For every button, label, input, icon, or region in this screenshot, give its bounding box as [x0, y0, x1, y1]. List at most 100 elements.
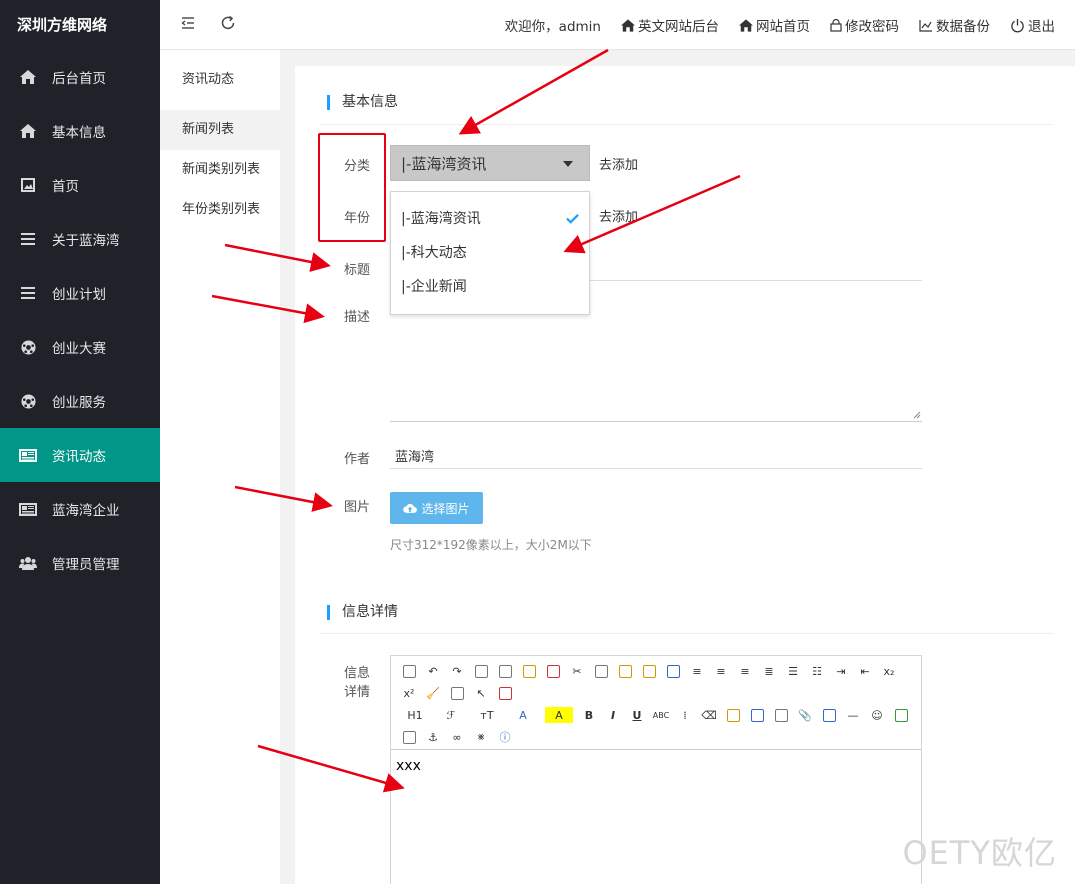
superscript-icon[interactable]: x² [401, 685, 417, 701]
caret-down-icon [563, 161, 573, 167]
menu-collapse-icon[interactable] [180, 15, 200, 35]
line-height-icon[interactable]: ⁞ [677, 707, 693, 723]
sidebar-item-news[interactable]: 资讯动态 [0, 428, 160, 482]
choose-image-button[interactable]: 选择图片 [390, 492, 483, 524]
align-center-icon[interactable]: ≡ [713, 663, 729, 679]
insert-image-icon[interactable] [725, 707, 741, 723]
select-all-icon[interactable] [449, 685, 465, 701]
eraser-icon[interactable]: ⌫ [701, 707, 717, 723]
anchor-icon[interactable]: ⚓ [425, 729, 441, 745]
sidebar-item-enterprise[interactable]: 蓝海湾企业 [0, 482, 160, 536]
indent-icon[interactable]: ⇥ [833, 663, 849, 679]
refresh-icon[interactable] [220, 15, 240, 35]
sidebar-item-about[interactable]: 关于蓝海湾 [0, 212, 160, 266]
sidebar-item-label: 管理员管理 [52, 557, 120, 573]
paste-icon[interactable] [617, 663, 633, 679]
template-icon[interactable] [521, 663, 537, 679]
newspaper-icon [18, 447, 38, 463]
ordered-list-icon[interactable]: ☰ [785, 663, 801, 679]
sidebar-item-admin[interactable]: 管理员管理 [0, 536, 160, 590]
section-title-basic: 基本信息 [327, 95, 398, 110]
font-color-dropdown[interactable]: A [509, 707, 537, 723]
sidebar-item-homepage[interactable]: 首页 [0, 158, 160, 212]
font-size-dropdown[interactable]: тT [473, 707, 501, 723]
sidebar-item-plan[interactable]: 创业计划 [0, 266, 160, 320]
outdent-icon[interactable]: ⇤ [857, 663, 873, 679]
subnav-item-news-list[interactable]: 新闻列表 [160, 110, 280, 150]
sidebar-item-contest[interactable]: 创业大赛 [0, 320, 160, 374]
logout-link[interactable]: 退出 [1010, 15, 1055, 35]
image-label: 图片 [343, 500, 370, 515]
sidebar-item-basic-info[interactable]: 基本信息 [0, 104, 160, 158]
subnav-title[interactable]: 资讯动态 [160, 50, 280, 110]
author-input[interactable] [390, 468, 922, 469]
editor-toolbar: ↶ ↷ ✂ ≡ ≡ ≡ ≣ ☰ ☷ ⇥ ⇤ x₂ x² 🧹 ↖ H1 ℱ тT … [391, 656, 921, 750]
backup-link[interactable]: 数据备份 [919, 15, 990, 35]
page-break-icon[interactable] [401, 729, 417, 745]
title-label: 标题 [343, 263, 370, 278]
copy-icon[interactable] [593, 663, 609, 679]
list-icon [18, 231, 38, 247]
help-icon[interactable]: ⓘ [497, 729, 513, 745]
paste-word-icon[interactable] [665, 663, 681, 679]
attachment-icon[interactable]: 📎 [797, 707, 813, 723]
cursor-icon[interactable]: ↖ [473, 685, 489, 701]
highlight-dropdown[interactable]: A [545, 707, 573, 723]
detail-label: 信息 详情 [320, 664, 370, 702]
dropdown-option[interactable]: |-科大动态 [391, 236, 589, 270]
print-icon[interactable] [497, 663, 513, 679]
source-icon[interactable] [401, 663, 417, 679]
dropdown-option[interactable]: |-企业新闻 [391, 270, 589, 304]
emoji-icon[interactable]: ☺ [869, 707, 885, 723]
cut-icon[interactable]: ✂ [569, 663, 585, 679]
clear-format-icon[interactable]: 🧹 [425, 685, 441, 701]
en-admin-link[interactable]: 英文网站后台 [621, 15, 719, 35]
bold-icon[interactable]: B [581, 707, 597, 723]
change-password-label: 修改密码 [845, 19, 899, 35]
author-input-value[interactable]: 蓝海湾 [395, 446, 434, 465]
undo-icon[interactable]: ↶ [425, 663, 441, 679]
sidebar-item-label: 后台首页 [52, 71, 106, 87]
subnav-item-year-category[interactable]: 年份类别列表 [160, 190, 280, 230]
sidebar-item-service[interactable]: 创业服务 [0, 374, 160, 428]
fullscreen-icon[interactable] [497, 685, 513, 701]
subscript-icon[interactable]: x₂ [881, 663, 897, 679]
editor-content[interactable]: xxx [391, 750, 921, 782]
home-icon [739, 18, 753, 32]
image-gallery-icon[interactable] [893, 707, 909, 723]
underline-icon[interactable]: U [629, 707, 645, 723]
redo-icon[interactable]: ↷ [449, 663, 465, 679]
year-add-link[interactable]: 去添加 [599, 206, 638, 225]
preview-icon[interactable] [473, 663, 489, 679]
align-left-icon[interactable]: ≡ [689, 663, 705, 679]
category-add-link[interactable]: 去添加 [599, 154, 638, 173]
change-password-link[interactable]: 修改密码 [830, 15, 899, 35]
sidebar-item-label: 关于蓝海湾 [52, 233, 120, 249]
top-bar: 欢迎你，admin 英文网站后台 网站首页 修改密码 数据备份 退出 [160, 0, 1075, 50]
code-icon[interactable] [545, 663, 561, 679]
font-family-dropdown[interactable]: ℱ [437, 707, 465, 723]
unlink-icon[interactable]: ⨳ [473, 729, 489, 745]
site-home-link[interactable]: 网站首页 [739, 15, 810, 35]
align-right-icon[interactable]: ≡ [737, 663, 753, 679]
description-textarea[interactable] [390, 298, 922, 422]
sidebar-item-label: 创业服务 [52, 395, 106, 411]
insert-media-icon[interactable] [773, 707, 789, 723]
dropdown-option[interactable]: |-蓝海湾资讯 [391, 202, 589, 236]
paste-text-icon[interactable] [641, 663, 657, 679]
sidebar-item-dashboard[interactable]: 后台首页 [0, 50, 160, 104]
heading-dropdown[interactable]: H1 [401, 707, 429, 723]
unordered-list-icon[interactable]: ☷ [809, 663, 825, 679]
resize-handle-icon[interactable] [913, 411, 921, 419]
italic-icon[interactable]: I [605, 707, 621, 723]
insert-table-icon[interactable] [821, 707, 837, 723]
insert-flash-icon[interactable] [749, 707, 765, 723]
dropdown-option-label: |-企业新闻 [401, 279, 467, 295]
strikethrough-icon[interactable]: ABC [653, 707, 669, 723]
link-icon[interactable]: ∞ [449, 729, 465, 745]
horizontal-rule-icon[interactable]: — [845, 707, 861, 723]
category-select[interactable]: |-蓝海湾资讯 [390, 145, 590, 181]
align-justify-icon[interactable]: ≣ [761, 663, 777, 679]
subnav-item-news-category[interactable]: 新闻类别列表 [160, 150, 280, 190]
category-selected-value: |-蓝海湾资讯 [401, 154, 487, 173]
